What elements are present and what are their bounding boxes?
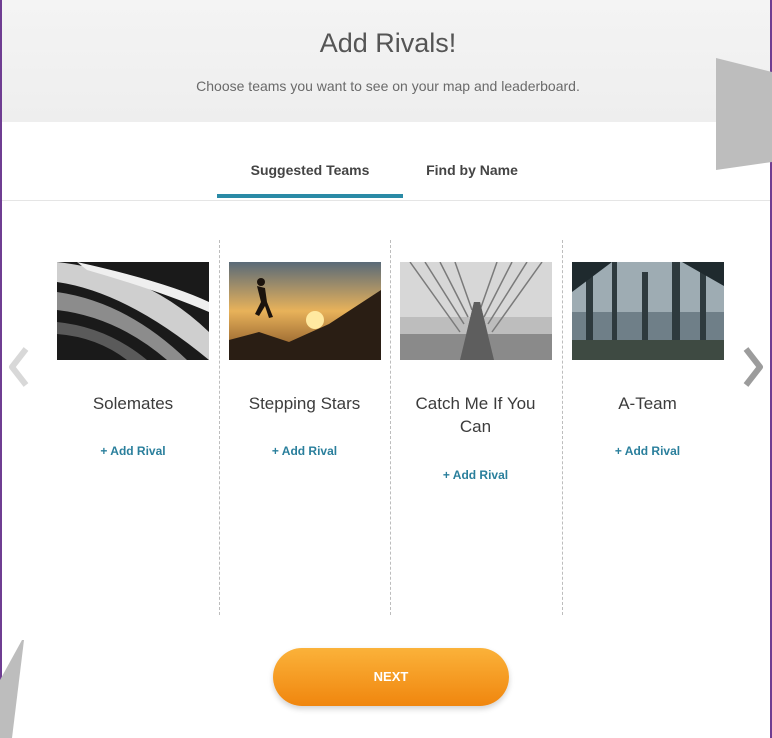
add-rival-button[interactable]: + Add Rival xyxy=(220,444,389,458)
team-name: Stepping Stars xyxy=(248,394,361,413)
active-tab-indicator xyxy=(217,194,403,198)
add-rival-button[interactable]: + Add Rival xyxy=(48,444,218,458)
team-card: A-Team + Add Rival xyxy=(562,240,732,615)
chevron-right-icon xyxy=(743,347,763,387)
forest-trees-photo xyxy=(571,262,724,360)
next-button[interactable]: NEXT xyxy=(273,648,509,706)
tab-find-by-name[interactable]: Find by Name xyxy=(404,162,540,178)
team-name: A-Team xyxy=(618,394,677,413)
team-image xyxy=(399,262,552,360)
carousel-prev-button[interactable] xyxy=(6,345,30,389)
jumping-silhouette-sunset-photo xyxy=(228,262,381,360)
team-image xyxy=(57,262,209,360)
carousel-next-button[interactable] xyxy=(742,345,766,389)
tab-suggested-teams[interactable]: Suggested Teams xyxy=(217,162,403,178)
team-image xyxy=(571,262,724,360)
tab-bar: Suggested Teams Find by Name xyxy=(0,140,772,200)
add-rival-button[interactable]: + Add Rival xyxy=(563,444,732,458)
tabs-divider xyxy=(2,200,770,201)
add-rival-button[interactable]: + Add Rival xyxy=(391,468,560,482)
bridge-cables-photo xyxy=(399,262,552,360)
header: Add Rivals! Choose teams you want to see… xyxy=(2,0,770,122)
spiral-structure-photo xyxy=(57,262,209,360)
decorative-triangle-bottom xyxy=(0,640,24,738)
team-name: Catch Me If You Can xyxy=(415,394,536,436)
page-title: Add Rivals! xyxy=(319,28,457,58)
chevron-left-icon xyxy=(9,347,29,387)
team-name: Solemates xyxy=(92,394,174,413)
page-subtitle: Choose teams you want to see on your map… xyxy=(196,78,580,94)
team-card: Catch Me If You Can + Add Rival xyxy=(390,240,560,615)
team-card: Solemates + Add Rival xyxy=(48,240,218,615)
team-card: Stepping Stars + Add Rival xyxy=(219,240,389,615)
team-image xyxy=(228,262,381,360)
